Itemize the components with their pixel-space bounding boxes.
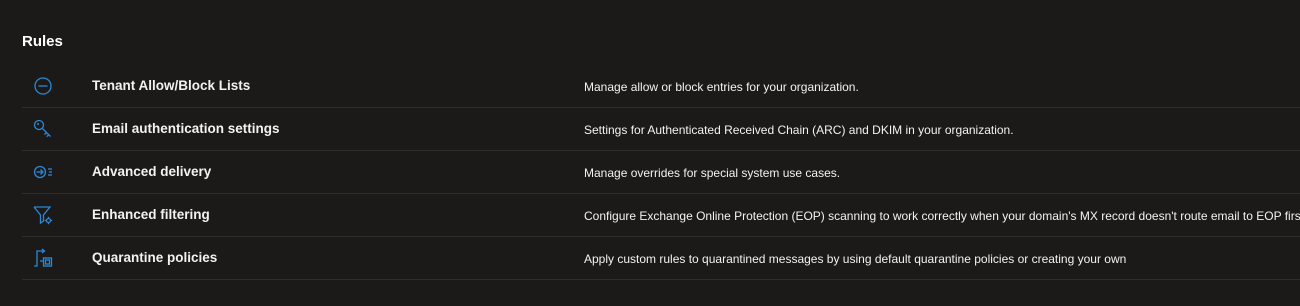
rule-name[interactable]: Tenant Allow/Block Lists — [92, 78, 250, 94]
section-title: Rules — [22, 33, 63, 50]
rule-name[interactable]: Enhanced filtering — [92, 207, 210, 223]
rule-description: Apply custom rules to quarantined messag… — [584, 252, 1127, 266]
rule-description: Manage allow or block entries for your o… — [584, 80, 859, 94]
rule-row-tenant-allow-block-lists[interactable]: Tenant Allow/Block Lists Manage allow or… — [22, 65, 1300, 108]
rule-row-email-authentication-settings[interactable]: Email authentication settings Settings f… — [22, 108, 1300, 151]
rules-section: Rules Tenant Allow/Block Lists Manage al… — [0, 0, 1300, 306]
rule-row-enhanced-filtering[interactable]: Enhanced filtering Configure Exchange On… — [22, 194, 1300, 237]
advanced-delivery-icon — [32, 161, 54, 183]
rule-name[interactable]: Email authentication settings — [92, 121, 280, 137]
rule-row-advanced-delivery[interactable]: Advanced delivery Manage overrides for s… — [22, 151, 1300, 194]
rule-description: Settings for Authenticated Received Chai… — [584, 123, 1014, 137]
filter-settings-icon — [32, 204, 54, 226]
rule-description: Configure Exchange Online Protection (EO… — [584, 209, 1300, 223]
key-icon — [32, 118, 54, 140]
block-icon — [32, 75, 54, 97]
quarantine-icon — [32, 247, 54, 269]
rule-name[interactable]: Advanced delivery — [92, 164, 211, 180]
rule-name[interactable]: Quarantine policies — [92, 250, 217, 266]
rule-row-quarantine-policies[interactable]: Quarantine policies Apply custom rules t… — [22, 237, 1300, 280]
rules-list: Tenant Allow/Block Lists Manage allow or… — [22, 65, 1300, 280]
rule-description: Manage overrides for special system use … — [584, 166, 841, 180]
